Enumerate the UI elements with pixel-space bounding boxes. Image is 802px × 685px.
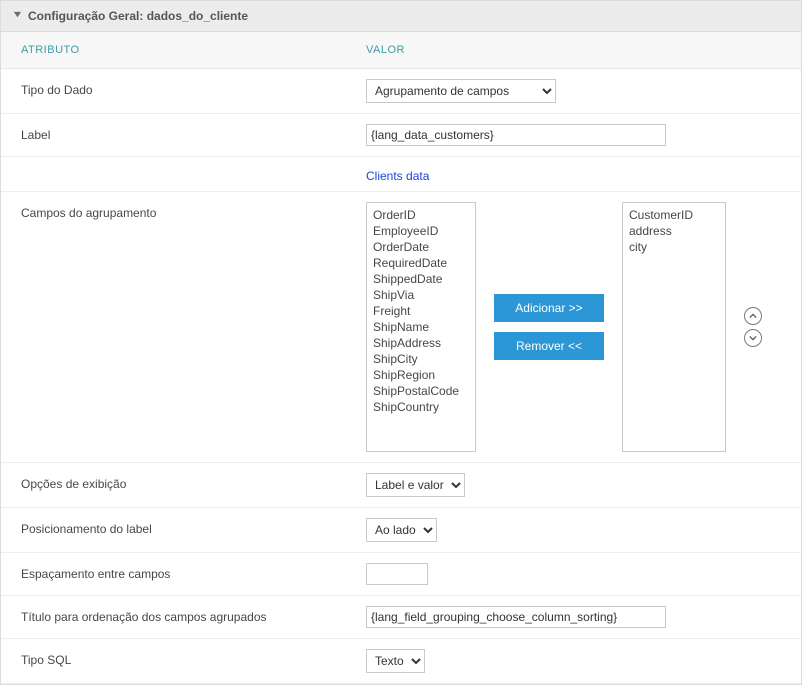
select-label-position[interactable]: Ao lado xyxy=(366,518,437,542)
add-button[interactable]: Adicionar >> xyxy=(494,294,604,322)
move-down-button[interactable] xyxy=(744,329,762,347)
available-list[interactable]: OrderIDEmployeeIDOrderDateRequiredDateSh… xyxy=(366,202,476,452)
selected-list[interactable]: CustomerIDaddresscity xyxy=(622,202,726,452)
row-label-preview: Clients data xyxy=(1,157,801,192)
list-item[interactable]: address xyxy=(629,223,719,239)
list-item[interactable]: OrderID xyxy=(373,207,469,223)
list-item[interactable]: ShipPostalCode xyxy=(373,383,469,399)
column-headers: ATRIBUTO VALOR xyxy=(1,32,801,69)
label-label-position: Posicionamento do label xyxy=(21,518,366,536)
col-value: VALOR xyxy=(366,44,405,56)
reorder-buttons xyxy=(744,307,762,347)
config-panel: Configuração Geral: dados_do_cliente ATR… xyxy=(0,0,802,685)
select-data-type[interactable]: Agrupamento de campos xyxy=(366,79,556,103)
list-item[interactable]: ShipAddress xyxy=(373,335,469,351)
remove-button[interactable]: Remover << xyxy=(494,332,604,360)
list-item[interactable]: CustomerID xyxy=(629,207,719,223)
row-display-options: Opções de exibição Label e valor xyxy=(1,463,801,508)
label-sort-title: Título para ordenação dos campos agrupad… xyxy=(21,606,366,624)
row-sql-type: Tipo SQL Texto xyxy=(1,639,801,684)
list-item[interactable]: ShipName xyxy=(373,319,469,335)
row-sort-title: Título para ordenação dos campos agrupad… xyxy=(1,596,801,639)
list-item[interactable]: Freight xyxy=(373,303,469,319)
list-item[interactable]: city xyxy=(629,239,719,255)
input-spacing[interactable] xyxy=(366,563,428,585)
select-display-options[interactable]: Label e valor xyxy=(366,473,465,497)
col-attribute: ATRIBUTO xyxy=(21,44,366,56)
select-sql-type[interactable]: Texto xyxy=(366,649,425,673)
panel-header[interactable]: Configuração Geral: dados_do_cliente xyxy=(1,1,801,32)
list-item[interactable]: EmployeeID xyxy=(373,223,469,239)
chevron-down-icon xyxy=(749,334,757,342)
transfer-buttons: Adicionar >> Remover << xyxy=(494,294,604,360)
panel-title: Configuração Geral: dados_do_cliente xyxy=(28,9,248,23)
row-spacing: Espaçamento entre campos xyxy=(1,553,801,596)
move-up-button[interactable] xyxy=(744,307,762,325)
input-label[interactable] xyxy=(366,124,666,146)
label-grouping-fields: Campos do agrupamento xyxy=(21,202,366,452)
label-data-type: Tipo do Dado xyxy=(21,79,366,97)
label-display-options: Opções de exibição xyxy=(21,473,366,491)
row-label: Label xyxy=(1,114,801,157)
list-item[interactable]: ShipCity xyxy=(373,351,469,367)
dual-list: OrderIDEmployeeIDOrderDateRequiredDateSh… xyxy=(366,202,781,452)
list-item[interactable]: ShipRegion xyxy=(373,367,469,383)
list-item[interactable]: RequiredDate xyxy=(373,255,469,271)
label-spacing: Espaçamento entre campos xyxy=(21,563,366,581)
label-label: Label xyxy=(21,124,366,142)
row-grouping-fields: Campos do agrupamento OrderIDEmployeeIDO… xyxy=(1,192,801,463)
list-item[interactable]: ShipCountry xyxy=(373,399,469,415)
collapse-icon xyxy=(13,9,22,23)
chevron-up-icon xyxy=(749,312,757,320)
label-preview-link[interactable]: Clients data xyxy=(366,163,429,185)
input-sort-title[interactable] xyxy=(366,606,666,628)
list-item[interactable]: ShipVia xyxy=(373,287,469,303)
row-label-position: Posicionamento do label Ao lado xyxy=(1,508,801,553)
row-data-type: Tipo do Dado Agrupamento de campos xyxy=(1,69,801,114)
list-item[interactable]: ShippedDate xyxy=(373,271,469,287)
label-sql-type: Tipo SQL xyxy=(21,649,366,667)
list-item[interactable]: OrderDate xyxy=(373,239,469,255)
